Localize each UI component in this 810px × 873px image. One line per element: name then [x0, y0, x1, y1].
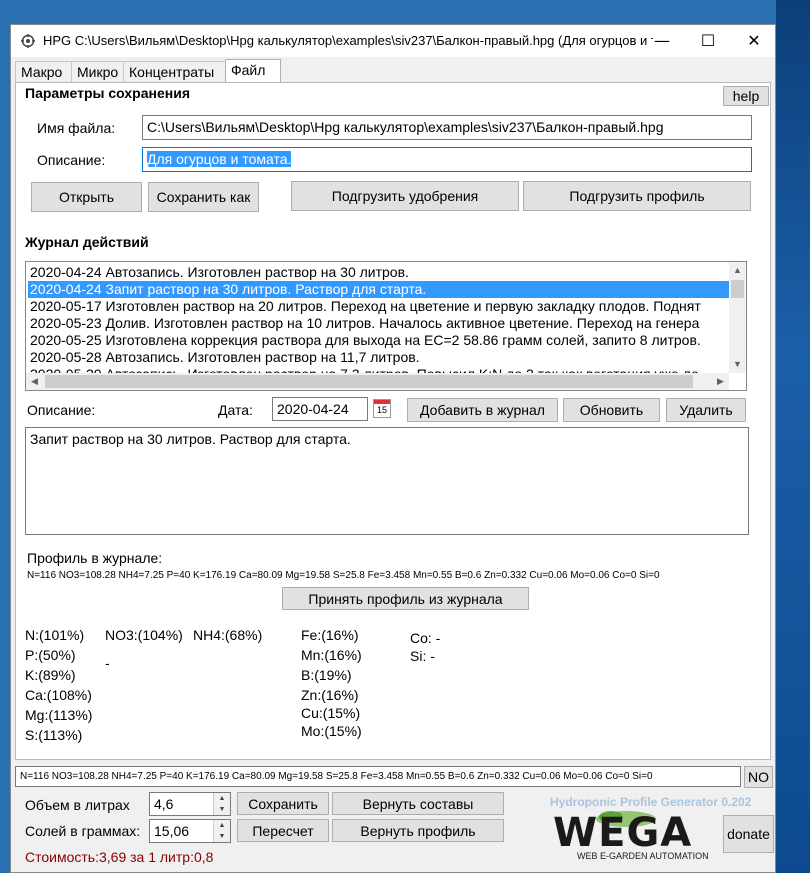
list-item-selected[interactable]: 2020-04-24 Запит раствор на 30 литров. Р… [28, 281, 730, 298]
tab-file[interactable]: Файл [225, 59, 281, 83]
entry-description-label: Описание: [27, 402, 96, 418]
filename-input[interactable]: C:\Users\Вильям\Desktop\Hpg калькулятор\… [142, 115, 752, 140]
salts-input[interactable]: 15,06 ▲ ▼ [149, 819, 231, 843]
volume-value: 4,6 [154, 796, 174, 812]
nutrient-mo: Mo:(15%) [301, 723, 362, 739]
add-to-journal-button[interactable]: Добавить в журнал [407, 398, 558, 422]
list-item[interactable]: 2020-05-28 Автозапись. Изготовлен раство… [28, 349, 730, 366]
nutrient-p: P:(50%) [25, 647, 76, 663]
nutrient-mg: Mg:(113%) [25, 707, 93, 723]
filename-label: Имя файла: [37, 120, 116, 136]
app-window: HPG C:\Users\Вильям\Desktop\Hpg калькуля… [10, 24, 776, 873]
stepper-down-icon[interactable]: ▼ [214, 804, 230, 815]
app-icon [21, 34, 35, 48]
save-button[interactable]: Сохранить [237, 792, 329, 815]
volume-stepper[interactable]: ▲ ▼ [213, 793, 230, 815]
minimize-icon[interactable]: — [639, 25, 685, 57]
horizontal-scrollbar[interactable]: ◀ ▶ [26, 373, 729, 390]
stepper-down-icon[interactable]: ▼ [214, 831, 230, 842]
nutrient-si: Si: - [410, 648, 435, 664]
scroll-up-icon[interactable]: ▲ [729, 262, 746, 279]
nutrient-nh4: NH4:(68%) [193, 627, 263, 643]
logo-text: WEGA [553, 810, 693, 856]
vertical-scroll-thumb[interactable] [731, 280, 744, 298]
journal-profile-string: N=116 NO3=108.28 NH4=7.25 P=40 K=176.19 … [27, 570, 660, 581]
tab-micro[interactable]: Микро [71, 61, 125, 82]
update-button[interactable]: Обновить [563, 398, 660, 422]
salts-stepper[interactable]: ▲ ▼ [213, 820, 230, 842]
desktop-background [776, 0, 810, 873]
logo-subtext: WEB E-GARDEN AUTOMATION [577, 851, 709, 861]
scroll-right-icon[interactable]: ▶ [712, 373, 729, 390]
close-icon[interactable]: ✕ [731, 25, 777, 57]
restore-profile-button[interactable]: Вернуть профиль [332, 819, 504, 842]
journal-profile-label: Профиль в журнале: [27, 550, 163, 566]
load-fertilizers-button[interactable]: Подгрузить удобрения [291, 181, 519, 211]
generator-caption: Hydroponic Profile Generator 0.202 [550, 795, 752, 809]
date-label: Дата: [218, 402, 253, 418]
salts-label: Солей в граммах: [25, 823, 141, 839]
title-bar[interactable]: HPG C:\Users\Вильям\Desktop\Hpg калькуля… [11, 25, 775, 57]
salts-value: 15,06 [154, 823, 190, 839]
nutrient-k: K:(89%) [25, 667, 76, 683]
vertical-scrollbar[interactable]: ▲ ▼ [729, 262, 746, 373]
wega-logo: WEGA WEB E-GARDEN AUTOMATION [551, 809, 721, 865]
scroll-left-icon[interactable]: ◀ [26, 373, 43, 390]
calendar-day: 15 [376, 405, 387, 415]
list-item[interactable]: 2020-05-25 Изготовлена коррекция раствор… [28, 332, 730, 349]
nutrient-s: S:(113%) [25, 727, 83, 743]
description-selected-text: Для огурцов и томата. [147, 151, 292, 167]
volume-input[interactable]: 4,6 ▲ ▼ [149, 792, 231, 816]
donate-button[interactable]: donate [723, 815, 774, 853]
accept-profile-button[interactable]: Принять профиль из журнала [282, 587, 529, 610]
horizontal-scroll-thumb[interactable] [45, 375, 693, 388]
list-item[interactable]: 2020-04-24 Автозапись. Изготовлен раство… [28, 264, 730, 281]
nutrient-dash: - [105, 655, 110, 671]
profile-string-input[interactable]: N=116 NO3=108.28 NH4=7.25 P=40 K=176.19 … [15, 766, 741, 787]
description-label: Описание: [37, 152, 106, 168]
save-params-heading: Параметры сохранения [25, 85, 190, 101]
description-input[interactable]: Для огурцов и томата. [142, 147, 752, 172]
list-item[interactable]: 2020-05-17 Изготовлен раствор на 20 литр… [28, 298, 730, 315]
nutrient-no3: NO3:(104%) [105, 627, 183, 643]
nutrient-fe: Fe:(16%) [301, 627, 359, 643]
calendar-icon[interactable]: 15 [373, 399, 391, 418]
nutrient-b: B:(19%) [301, 667, 352, 683]
stepper-up-icon[interactable]: ▲ [214, 820, 230, 831]
nutrient-co: Co: - [410, 630, 441, 646]
nutrient-n: N:(101%) [25, 627, 85, 643]
volume-label: Объем в литрах [25, 797, 130, 813]
save-as-button[interactable]: Сохранить как [148, 182, 259, 212]
maximize-icon[interactable]: ☐ [685, 25, 731, 57]
open-button[interactable]: Открыть [31, 182, 142, 212]
no-button[interactable]: NO [744, 766, 773, 788]
nutrient-ca: Ca:(108%) [25, 687, 92, 703]
stepper-up-icon[interactable]: ▲ [214, 793, 230, 804]
help-button[interactable]: help [723, 86, 769, 106]
delete-button[interactable]: Удалить [666, 398, 746, 422]
journal-heading: Журнал действий [25, 234, 149, 250]
tab-concentrates[interactable]: Концентраты [123, 61, 227, 82]
nutrient-mn: Mn:(16%) [301, 647, 362, 663]
tab-macro[interactable]: Макро [15, 61, 73, 82]
window-title: HPG C:\Users\Вильям\Desktop\Hpg калькуля… [43, 33, 653, 48]
date-input[interactable]: 2020-04-24 [272, 397, 368, 421]
recalc-button[interactable]: Пересчет [237, 819, 329, 842]
nutrient-zn: Zn:(16%) [301, 687, 359, 703]
scroll-down-icon[interactable]: ▼ [729, 356, 746, 373]
list-item[interactable]: 2020-05-23 Долив. Изготовлен раствор на … [28, 315, 730, 332]
entry-text-area[interactable]: Запит раствор на 30 литров. Раствор для … [25, 427, 749, 535]
restore-compositions-button[interactable]: Вернуть составы [332, 792, 504, 815]
load-profile-button[interactable]: Подгрузить профиль [523, 181, 751, 211]
journal-list[interactable]: 2020-04-24 Автозапись. Изготовлен раство… [25, 261, 747, 391]
cost-text: Стоимость:3,69 за 1 литр:0,8 [25, 849, 214, 865]
nutrient-cu: Cu:(15%) [301, 705, 361, 721]
